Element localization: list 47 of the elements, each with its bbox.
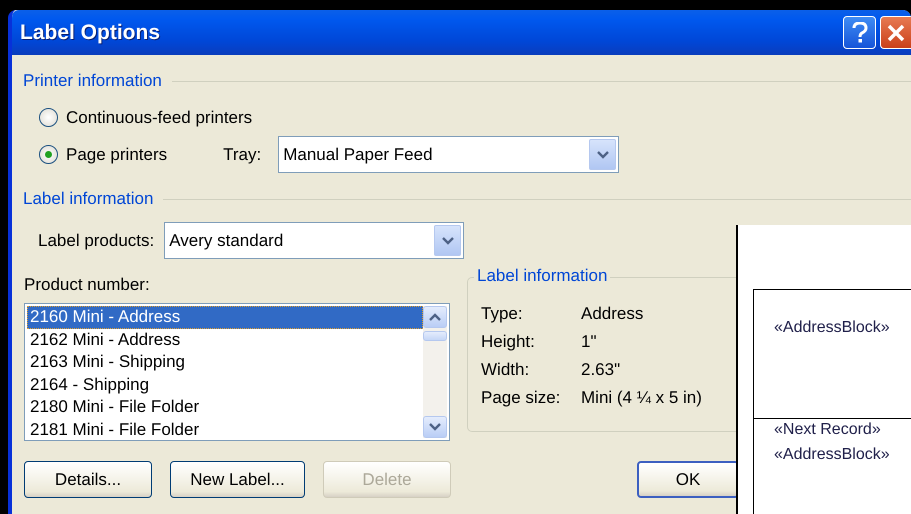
scroll-thumb[interactable] [423,331,447,341]
chevron-up-icon [429,313,441,321]
details-button[interactable]: Details... [24,461,152,498]
scroll-up-button[interactable] [423,306,447,328]
chevron-down-icon [442,236,454,244]
label-products-dropdown[interactable]: Avery standard [164,222,464,259]
dropdown-button[interactable] [434,225,462,256]
question-mark-icon [852,22,868,44]
radio-button[interactable] [39,145,58,164]
ok-button[interactable]: OK [637,461,739,498]
tray-dropdown[interactable]: Manual Paper Feed [278,136,620,173]
section-heading: Printer information [23,71,162,91]
chevron-down-icon [596,150,609,158]
field-label: Height: [481,332,536,352]
field-value: 1" [581,332,596,352]
radio-label[interactable]: Page printers [66,144,168,164]
merge-field: «Next Record» [774,419,911,444]
close-icon [887,24,905,42]
field-value: Address [581,304,644,324]
field-value: Mini (4 ¼ x 5 in) [581,388,702,408]
list-item[interactable]: 2180 Mini - File Folder [27,396,423,418]
radio-label[interactable]: Continuous-feed printers [66,108,252,128]
product-number-label: Product number: [24,275,151,295]
window-title: Label Options [20,20,162,44]
close-button[interactable] [880,16,911,49]
list-item[interactable]: 2162 Mini - Address [27,328,423,351]
section-heading: Label information [23,189,154,209]
product-list[interactable]: 2160 Mini - Address 2162 Mini - Address 2163 Mini - Shipping 2164 - Shipping 2180 Mini - File Folder 2181 Mini - File Folder [24,303,450,441]
list-item[interactable]: 2164 - Shipping [27,374,423,396]
help-button[interactable] [843,16,876,49]
list-item[interactable]: 2160 Mini - Address [27,306,423,328]
field-label: Width: [481,360,530,380]
dropdown-button[interactable] [589,139,616,170]
field-label: Type: [481,304,524,324]
merge-field: «AddressBlock» [774,317,911,342]
new-label-button[interactable]: New Label... [170,461,305,498]
list-item[interactable]: 2163 Mini - Shipping [27,351,423,374]
field-value: 2.63" [581,360,620,380]
field-label: Page size: [481,388,562,408]
merge-field: «AddressBlock» [774,444,911,469]
scrollbar[interactable] [423,306,447,438]
chevron-down-icon [429,423,441,431]
label-products-label: Label products: [38,230,154,250]
tray-label: Tray: [223,144,262,164]
radio-button[interactable] [39,108,58,127]
scroll-down-button[interactable] [423,416,447,438]
list-item[interactable]: 2181 Mini - File Folder [27,418,423,441]
